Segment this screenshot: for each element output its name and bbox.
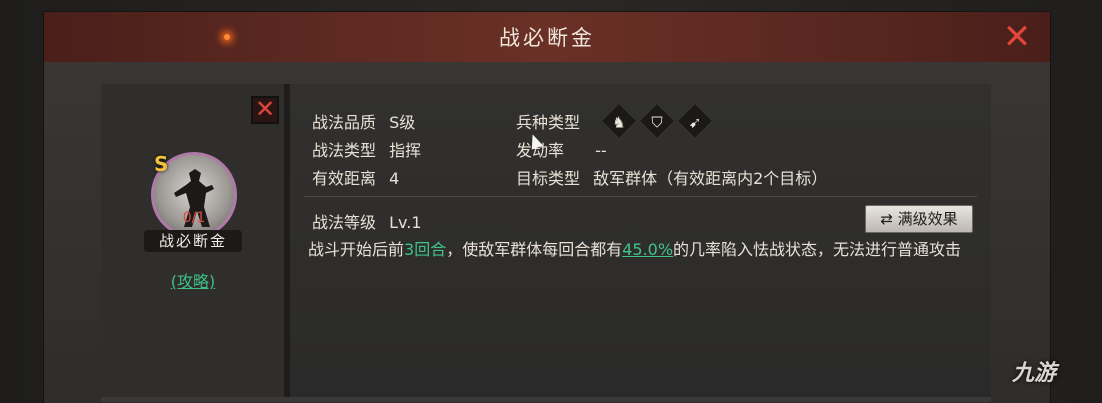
desc-text-1: 战斗开始后前 bbox=[308, 240, 405, 259]
range-label: 有效距离 bbox=[312, 169, 377, 188]
desc-highlight-rate[interactable]: 45.0% bbox=[622, 240, 673, 259]
level-value: Lv.1 bbox=[389, 213, 422, 232]
desc-highlight-rounds: 3回合 bbox=[404, 240, 447, 259]
level-label: 战法等级 bbox=[312, 213, 377, 232]
type-row: 战法类型 指挥 bbox=[312, 137, 421, 161]
tactic-description: 战斗开始后前3回合，使敌军群体每回合都有45.0%的几率陷入怯战状态，无法进行普… bbox=[308, 238, 988, 261]
cavalry-icon: ♞ bbox=[600, 102, 638, 140]
quality-value: S级 bbox=[389, 113, 416, 132]
level-row: 战法等级 Lv.1 bbox=[312, 209, 422, 233]
target-row: 目标类型 敌军群体（有效距离内2个目标） bbox=[516, 165, 827, 189]
content-area: ✕ S 0/1 战必断金 (攻略) 战法品质 S级 战法类型 指挥 有效距离 4… bbox=[101, 84, 991, 402]
troop-label: 兵种类型 bbox=[516, 113, 581, 132]
close-button[interactable]: ✕ bbox=[1000, 20, 1034, 56]
tactic-card-panel: ✕ S 0/1 战必断金 (攻略) bbox=[101, 84, 284, 397]
dismiss-icon[interactable]: ✕ bbox=[251, 96, 279, 124]
trigger-value: -- bbox=[595, 141, 607, 160]
range-value: 4 bbox=[389, 169, 400, 188]
bow-icon: ➹ bbox=[676, 102, 714, 140]
tactic-detail-window: 战必断金 ✕ ✕ S 0/1 战必断金 (攻略) 战法品质 S级 战法类型 指挥 bbox=[44, 12, 1050, 403]
title-bar: 战必断金 ✕ bbox=[44, 12, 1050, 64]
tactic-info-panel: 战法品质 S级 战法类型 指挥 有效距离 4 兵种类型 ♞ ⛉ ➹ 发动率 -- bbox=[290, 84, 991, 397]
window-title: 战必断金 bbox=[499, 26, 595, 50]
tactic-count: 0/1 bbox=[182, 210, 206, 226]
swap-icon: ⇄ bbox=[880, 210, 893, 228]
shield-icon: ⛉ bbox=[638, 102, 676, 140]
target-value: 敌军群体（有效距离内2个目标） bbox=[593, 169, 828, 188]
desc-text-3: 的几率陷入怯战状态，无法进行普通攻击 bbox=[673, 240, 962, 259]
range-row: 有效距离 4 bbox=[312, 165, 399, 189]
max-level-effect-label: 满级效果 bbox=[897, 210, 958, 228]
quality-row: 战法品质 S级 bbox=[312, 109, 415, 133]
type-value: 指挥 bbox=[389, 141, 422, 160]
quality-label: 战法品质 bbox=[312, 113, 377, 132]
max-level-effect-button[interactable]: ⇄ 满级效果 bbox=[865, 205, 973, 233]
target-label: 目标类型 bbox=[516, 169, 581, 188]
troop-row: 兵种类型 bbox=[516, 109, 580, 133]
site-watermark: 九游 bbox=[1012, 361, 1057, 386]
type-label: 战法类型 bbox=[312, 141, 377, 160]
section-divider bbox=[304, 196, 977, 197]
guide-link[interactable]: (攻略) bbox=[141, 268, 245, 292]
tactic-name-plate: 战必断金 bbox=[144, 230, 242, 252]
desc-text-2: ，使敌军群体每回合都有 bbox=[446, 240, 623, 259]
grade-badge: S bbox=[154, 152, 169, 176]
